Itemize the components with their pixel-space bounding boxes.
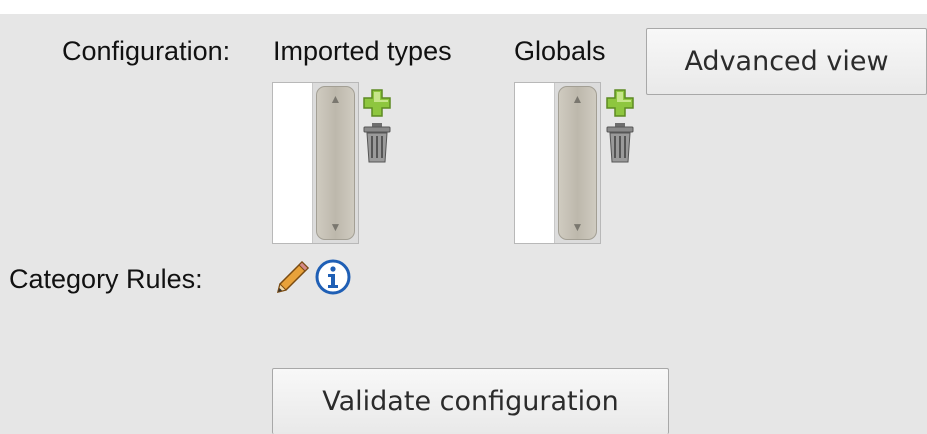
plus-icon[interactable] bbox=[362, 88, 392, 118]
scroll-down-arrow-icon[interactable]: ▼ bbox=[330, 221, 342, 233]
globals-scroll-thumb[interactable] bbox=[558, 86, 597, 240]
scroll-down-arrow-icon[interactable]: ▼ bbox=[572, 221, 584, 233]
configuration-label: Configuration: bbox=[62, 36, 231, 66]
pencil-icon[interactable] bbox=[274, 258, 312, 296]
advanced-view-button[interactable]: Advanced view bbox=[646, 28, 927, 95]
trash-icon[interactable] bbox=[605, 122, 635, 164]
trash-icon[interactable] bbox=[362, 122, 392, 164]
top-strip bbox=[0, 0, 927, 14]
imported-types-scrollbar[interactable]: ▲ ▼ bbox=[312, 83, 358, 243]
scroll-up-arrow-icon[interactable]: ▲ bbox=[572, 93, 584, 105]
globals-list[interactable]: ▲ ▼ bbox=[514, 82, 601, 244]
globals-label: Globals bbox=[514, 36, 606, 66]
plus-icon[interactable] bbox=[605, 88, 635, 118]
scroll-up-arrow-icon[interactable]: ▲ bbox=[330, 93, 342, 105]
imported-types-label: Imported types bbox=[273, 36, 452, 66]
info-icon[interactable] bbox=[314, 258, 352, 296]
category-rules-label: Category Rules: bbox=[9, 264, 203, 294]
globals-scrollbar[interactable]: ▲ ▼ bbox=[554, 83, 600, 243]
validate-configuration-button[interactable]: Validate configuration bbox=[272, 368, 669, 434]
imported-types-scroll-thumb[interactable] bbox=[316, 86, 355, 240]
configuration-panel: Configuration: Imported types Globals Ad… bbox=[0, 0, 927, 434]
imported-types-list[interactable]: ▲ ▼ bbox=[272, 82, 359, 244]
